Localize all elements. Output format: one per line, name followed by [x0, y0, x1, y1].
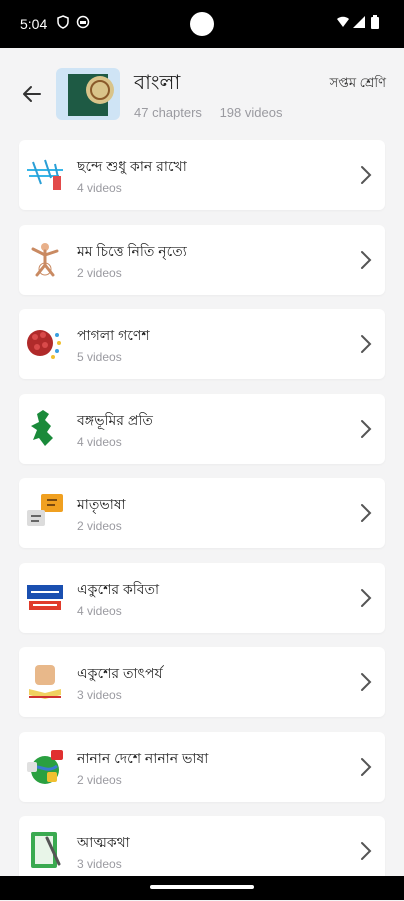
chevron-right-icon [361, 250, 372, 269]
globe-language-icon [27, 749, 63, 784]
status-bar: 5:04 [0, 0, 404, 48]
book-title: বাংলা [134, 72, 181, 94]
chapter-video-count: 5 videos [77, 350, 122, 364]
ekushe-icon [27, 584, 63, 610]
back-arrow-icon[interactable] [18, 80, 46, 108]
chapter-video-count: 2 videos [77, 519, 122, 533]
chapter-video-count: 2 videos [77, 265, 122, 280]
language-icon [27, 494, 63, 526]
chevron-right-icon [361, 419, 372, 438]
dancer-icon [31, 242, 59, 276]
chapter-title: একুশের তাৎপর্য [77, 665, 163, 681]
chapter-count: 47 chapters [134, 105, 202, 120]
chevron-right-icon [361, 842, 372, 860]
chevron-right-icon [361, 335, 372, 353]
chapter-video-count: 2 videos [77, 772, 122, 787]
book-cover [56, 68, 120, 120]
chapter-title: একুশের কবিতা [77, 580, 160, 597]
status-time: 5:04 [20, 16, 48, 32]
chapter-video-count: 4 videos [77, 603, 122, 618]
book-header: বাংলা 47 chapters 198 videos সপ্তম শ্রেণ… [0, 48, 404, 138]
chapter-title: মম চিত্তে নিতি নৃত্যে [77, 242, 187, 259]
chapter-item[interactable]: পাগলা গণেশ 5 videos [19, 309, 385, 379]
fist-book-icon [29, 665, 61, 699]
chapter-item[interactable]: মাতৃভাষা 2 videos [19, 478, 385, 548]
chapter-video-count: 4 videos [77, 434, 122, 449]
rhythm-sketch-icon [27, 159, 63, 190]
chevron-right-icon [361, 504, 372, 522]
chapter-item[interactable]: নানান দেশে নানান ভাষা 2 videos [19, 731, 385, 802]
wifi-icon [337, 16, 349, 27]
chapter-item[interactable]: একুশের কবিতা 4 videos [19, 562, 385, 633]
chevron-right-icon [361, 166, 372, 184]
chapter-title: পাগলা গণেশ [77, 327, 150, 343]
brain-icon [27, 330, 61, 359]
chevron-right-icon [361, 588, 372, 607]
book-meta: 47 chapters 198 videos [134, 105, 296, 120]
chapter-list: ছন্দে শুধু কান রাখো 4 videos মম চিত্তে ন… [19, 140, 385, 901]
chevron-right-icon [361, 757, 372, 776]
chevron-right-icon [361, 673, 372, 691]
grade-label[interactable]: সপ্তম শ্রেণি [330, 74, 386, 95]
chapter-title: মাতৃভাষা [77, 496, 126, 512]
chapter-title: ছন্দে শুধু কান রাখো [77, 158, 187, 174]
chapter-title: আত্মকথা [77, 834, 130, 850]
video-count: 198 videos [219, 105, 283, 120]
battery-icon [371, 15, 379, 29]
chapter-title: নানান দেশে নানান ভাষা [77, 749, 209, 766]
chapter-item[interactable]: একুশের তাৎপর্য 3 videos [19, 647, 385, 717]
shield-icon [57, 15, 69, 29]
chapter-video-count: 4 videos [77, 181, 122, 195]
chapter-item[interactable]: ছন্দে শুধু কান রাখো 4 videos [19, 140, 385, 210]
chapter-video-count: 3 videos [77, 857, 122, 871]
camera-cutout [190, 12, 214, 36]
home-gesture-handle[interactable] [150, 885, 254, 889]
sync-icon [76, 15, 90, 29]
chapter-item[interactable]: বঙ্গভূমির প্রতি 4 videos [19, 393, 385, 464]
navigation-bar [0, 876, 404, 900]
notebook-pen-icon [31, 832, 61, 868]
chapter-title: বঙ্গভূমির প্রতি [77, 411, 153, 428]
book-cover-icon [68, 74, 114, 116]
map-icon [31, 409, 53, 446]
chapter-item[interactable]: মম চিত্তে নিতি নৃত্যে 2 videos [19, 224, 385, 295]
chapter-video-count: 3 videos [77, 688, 122, 702]
signal-icon [353, 16, 365, 28]
